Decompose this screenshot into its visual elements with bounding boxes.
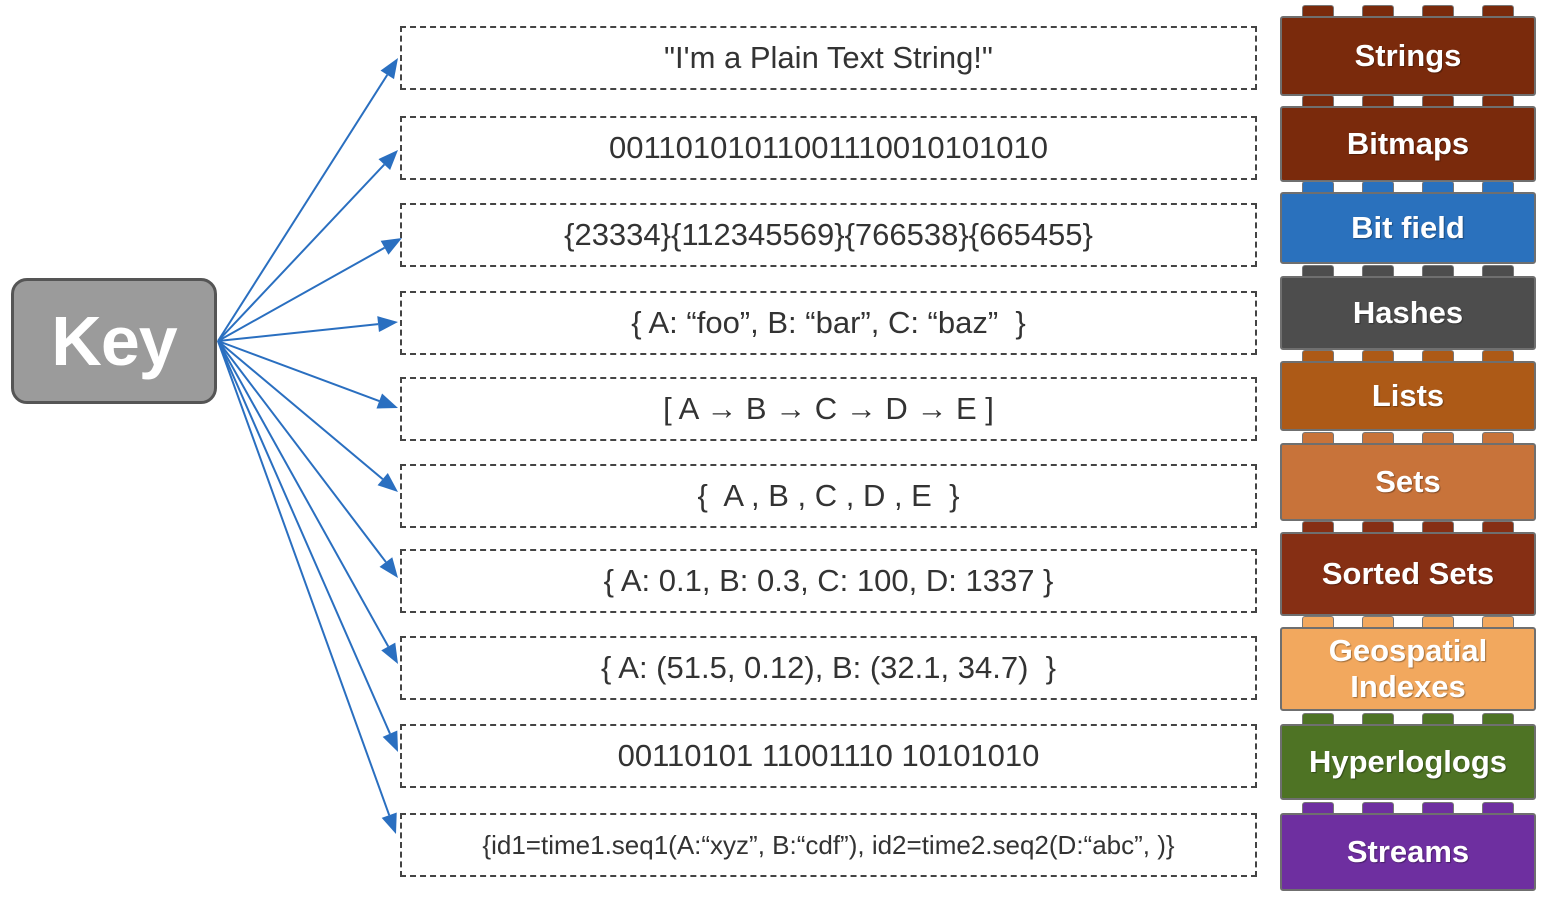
arrow-line	[217, 340, 380, 402]
brick-label: Bitmaps	[1346, 126, 1470, 161]
brick-body: Lists	[1280, 361, 1536, 431]
value-text: {23334}{112345569}{766538}{665455}	[564, 217, 1093, 252]
arrow-head-icon	[376, 393, 398, 409]
arrow-head-icon	[381, 642, 398, 664]
arrow-head-icon	[380, 58, 398, 80]
value-box-geospatial: { A: (51.5, 0.12), B: (32.1, 34.7) }	[400, 636, 1257, 700]
value-box-sets: { A , B , C , D , E }	[400, 464, 1257, 528]
value-text: [ A → B → C → D → E ]	[663, 391, 994, 426]
value-box-streams: {id1=time1.seq1(A:“xyz”, B:“cdf”), id2=t…	[400, 813, 1257, 877]
value-text: { A , B , C , D , E }	[697, 478, 960, 513]
brick-label: Hashes	[1352, 295, 1464, 330]
value-box-strings: "I'm a Plain Text String!"	[400, 26, 1257, 90]
arrow-head-icon	[379, 557, 398, 578]
key-label: Key	[51, 302, 177, 380]
brick-label: Sorted Sets	[1321, 556, 1495, 591]
arrow-head-icon	[380, 238, 402, 255]
brick-label: Lists	[1371, 378, 1445, 413]
arrow-head-icon	[377, 473, 398, 492]
arrow-head-icon	[377, 316, 398, 333]
arrow-line	[217, 163, 386, 342]
brick-body: Hashes	[1280, 276, 1536, 350]
value-box-hyperloglogs: 00110101 11001110 10101010	[400, 724, 1257, 788]
brick-body: Bitmaps	[1280, 106, 1536, 182]
brick-body: Geospatial Indexes	[1280, 627, 1536, 711]
arrow-line	[217, 74, 389, 342]
arrow-line	[217, 340, 391, 735]
value-text: { A: “foo”, B: “bar”, C: “baz” }	[631, 305, 1026, 340]
value-text: 00110101 11001110 10101010	[617, 738, 1040, 773]
arrow-line	[217, 340, 387, 563]
brick-body: Sorted Sets	[1280, 532, 1536, 616]
brick-label: Hyperloglogs	[1308, 744, 1508, 779]
brick-label: Geospatial Indexes	[1328, 633, 1488, 704]
value-box-bitfield: {23334}{112345569}{766538}{665455}	[400, 203, 1257, 267]
value-box-bitmaps: 00110101011001110010101010	[400, 116, 1257, 180]
value-box-hashes: { A: “foo”, B: “bar”, C: “baz” }	[400, 291, 1257, 355]
value-text: { A: 0.1, B: 0.3, C: 100, D: 1337 }	[603, 563, 1054, 598]
brick-body: Streams	[1280, 813, 1536, 891]
arrow-line	[217, 340, 390, 648]
brick-body: Hyperloglogs	[1280, 724, 1536, 800]
value-box-lists: [ A → B → C → D → E ]	[400, 377, 1257, 441]
brick-label: Bit field	[1351, 210, 1465, 245]
brick-body: Strings	[1280, 16, 1536, 96]
brick-body: Bit field	[1280, 192, 1536, 264]
arrow-head-icon	[382, 730, 398, 752]
key-node: Key	[11, 278, 217, 404]
brick-label: Sets	[1375, 464, 1441, 499]
arrow-head-icon	[381, 812, 397, 834]
value-text: { A: (51.5, 0.12), B: (32.1, 34.7) }	[601, 650, 1056, 685]
value-text: 00110101011001110010101010	[608, 130, 1049, 165]
brick-body: Sets	[1280, 443, 1536, 521]
value-text: {id1=time1.seq1(A:“xyz”, B:“cdf”), id2=t…	[482, 829, 1175, 860]
brick-label: Streams	[1346, 834, 1470, 869]
value-box-sorted-sets: { A: 0.1, B: 0.3, C: 100, D: 1337 }	[400, 549, 1257, 613]
value-text: "I'm a Plain Text String!"	[664, 40, 993, 75]
brick-label: Strings	[1354, 38, 1462, 73]
